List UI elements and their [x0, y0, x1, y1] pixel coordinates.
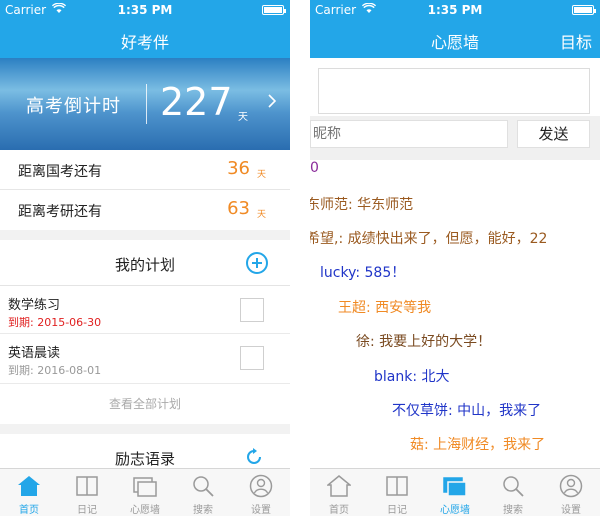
wish-message: 希望,: 成绩快出来了，但愿，能好，22: [310, 231, 548, 247]
wish-message: blank: 北大: [374, 369, 450, 385]
countdown-unit: 天: [238, 112, 248, 123]
status-time: 1:35 PM: [117, 3, 173, 17]
tab-home[interactable]: 首页: [0, 469, 58, 516]
wall-icon: [133, 477, 157, 497]
user-icon: [559, 474, 583, 498]
wish-message: lucky: 585！: [320, 265, 406, 281]
tab-label: 心愿墙: [130, 505, 160, 516]
input-bar: 发送: [310, 116, 600, 160]
plan-due-label: 到期:: [8, 364, 34, 377]
chevron-right-icon: [268, 92, 277, 113]
plan-name: 数学练习: [8, 298, 61, 313]
countdown-banner[interactable]: 高考倒计时 227 天: [0, 58, 290, 150]
page-title: 好考伴: [120, 33, 169, 52]
tab-label: 心愿墙: [440, 505, 470, 516]
plans-header: 我的计划: [0, 240, 290, 286]
wall-icon: [443, 477, 467, 497]
send-button[interactable]: 发送: [517, 120, 590, 148]
plan-checkbox[interactable]: [240, 298, 264, 322]
goal-button[interactable]: 目标: [560, 29, 592, 53]
nav-bar: 心愿墙 目标: [310, 20, 600, 58]
plan-item[interactable]: 数学练习 到期: 2015-06-30: [0, 286, 290, 334]
battery-icon: [262, 5, 286, 15]
wish-text-input[interactable]: [318, 68, 590, 114]
plan-due: 到期: 2015-06-30: [8, 314, 101, 330]
tab-bar: 首页 日记 心愿墙 搜索 设置: [0, 468, 290, 516]
view-all-plans-link[interactable]: 查看全部计划: [0, 384, 290, 424]
plan-due-date: 2016-08-01: [37, 364, 102, 377]
tab-label: 首页: [19, 505, 39, 516]
tab-label: 搜索: [503, 505, 523, 516]
wish-message: 王超: 西安等我: [338, 300, 432, 316]
tab-search[interactable]: 搜索: [174, 469, 232, 516]
tab-label: 日记: [387, 505, 407, 516]
book-icon: [76, 476, 98, 496]
row-unit: 天: [256, 210, 266, 220]
user-icon: [249, 474, 273, 498]
search-icon: [193, 476, 214, 497]
row-label: 距离国考还有: [18, 164, 102, 180]
countdown-row-civil-exam[interactable]: 距离国考还有 36 天: [0, 150, 290, 190]
plan-checkbox[interactable]: [240, 346, 264, 370]
tab-settings[interactable]: 设置: [542, 469, 600, 516]
row-label: 距离考研还有: [18, 204, 102, 220]
countdown-divider: [146, 84, 147, 124]
tab-wish-wall[interactable]: 心愿墙: [116, 469, 174, 516]
tab-wish-wall[interactable]: 心愿墙: [426, 469, 484, 516]
countdown-label: 高考倒计时: [26, 96, 121, 117]
countdown-row-postgrad-exam[interactable]: 距离考研还有 63 天: [0, 190, 290, 230]
status-time: 1:35 PM: [427, 3, 483, 17]
home-icon: [18, 476, 40, 496]
plan-due-label: 到期:: [8, 316, 34, 329]
status-bar: Carrier 1:35 PM: [310, 0, 600, 20]
tab-diary[interactable]: 日记: [368, 469, 426, 516]
nav-bar: 好考伴: [0, 20, 290, 58]
wish-message: 0: [310, 160, 319, 176]
status-bar: Carrier 1:35 PM: [0, 0, 290, 20]
tab-label: 搜索: [193, 505, 213, 516]
wish-wall-body: 发送 0 东师范: 华东师范 希望,: 成绩快出来了，但愿，能好，22 luck…: [310, 58, 600, 468]
tab-settings[interactable]: 设置: [232, 469, 290, 516]
nickname-input[interactable]: [310, 120, 508, 148]
plan-due-date: 2015-06-30: [37, 316, 102, 329]
wish-message: 菇: 上海财经，我来了: [410, 437, 546, 453]
wish-message: 徐: 我要上好的大学！: [356, 334, 492, 350]
tab-label: 设置: [251, 505, 271, 516]
wish-message: 东师范: 华东师范: [310, 197, 414, 213]
tab-search[interactable]: 搜索: [484, 469, 542, 516]
search-icon: [503, 476, 524, 497]
tab-label: 设置: [561, 505, 581, 516]
wish-message: 不仅草饼: 中山，我来了: [392, 403, 542, 419]
tab-home[interactable]: 首页: [310, 469, 368, 516]
tab-label: 首页: [329, 505, 349, 516]
page-title: 心愿墙: [430, 33, 479, 52]
tab-label: 日记: [77, 505, 97, 516]
tab-bar: 首页 日记 心愿墙 搜索 设置: [310, 468, 600, 516]
battery-icon: [572, 5, 596, 15]
home-icon: [327, 475, 351, 497]
plan-item[interactable]: 英语晨读 到期: 2016-08-01: [0, 334, 290, 384]
row-value: 36: [227, 158, 250, 179]
home-screen: Carrier 1:35 PM 好考伴 高考倒计时 227 天 距离国考还有 3…: [0, 0, 290, 516]
tab-diary[interactable]: 日记: [58, 469, 116, 516]
book-icon: [386, 476, 408, 496]
row-unit: 天: [256, 170, 266, 180]
wish-wall-screen: Carrier 1:35 PM 心愿墙 目标 发送 0 东师范: 华东师范 希望…: [310, 0, 600, 516]
plan-name: 英语晨读: [8, 346, 61, 361]
countdown-days: 227: [160, 80, 233, 124]
row-value: 63: [227, 198, 250, 219]
add-plan-icon[interactable]: [246, 252, 268, 274]
plan-due: 到期: 2016-08-01: [8, 362, 101, 378]
